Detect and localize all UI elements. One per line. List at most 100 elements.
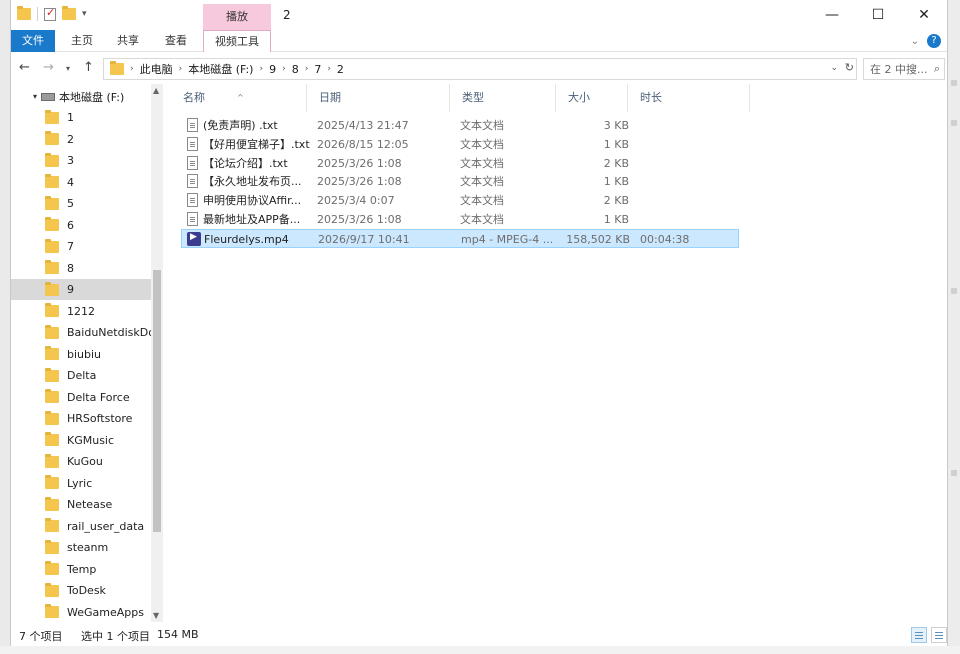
search-icon[interactable]: ⌕ [934, 62, 940, 76]
file-date-cell: 2025/3/26 1:08 [317, 156, 402, 170]
folder-icon [45, 238, 59, 253]
breadcrumb-8[interactable]: 8 [292, 63, 299, 76]
file-type-cell: 文本文档 [460, 156, 504, 170]
file-date-cell: 2025/3/26 1:08 [317, 175, 402, 189]
tab-share[interactable]: 共享 [111, 30, 145, 52]
sidebar-item-folder[interactable]: 5 [11, 193, 151, 214]
column-header-date[interactable]: 日期 [307, 84, 450, 112]
sidebar-item-label: biubiu [67, 347, 102, 361]
sidebar-item-folder[interactable]: 1212 [11, 301, 151, 322]
table-row[interactable]: 【永久地址发布页... 2025/3/26 1:08 文本文档 1 KB [181, 172, 739, 191]
file-type-cell: 文本文档 [460, 137, 504, 151]
refresh-icon[interactable]: ↻ [845, 61, 854, 74]
scroll-down-arrow-icon[interactable]: ▼ [153, 611, 159, 620]
column-header-name[interactable]: 名称 ^ [171, 84, 307, 112]
breadcrumb-separator-icon[interactable]: › [130, 64, 134, 74]
breadcrumb-7[interactable]: 7 [314, 63, 321, 76]
navigation-scrollbar[interactable]: ▲ ▼ [151, 84, 163, 622]
breadcrumb-separator-icon[interactable]: › [282, 64, 286, 74]
breadcrumb-drive-f[interactable]: 本地磁盘 (F:) [188, 61, 253, 77]
table-row[interactable]: 申明使用协议Affir... 2025/3/4 0:07 文本文档 2 KB [181, 191, 739, 210]
folder-icon [45, 303, 59, 317]
sidebar-item-folder[interactable]: steanm [11, 537, 151, 558]
nav-item-local-disk-f[interactable]: ▾ 本地磁盘 (F:) [11, 86, 151, 107]
sidebar-item-folder[interactable]: KGMusic [11, 430, 151, 451]
sidebar-item-folder[interactable]: 3 [11, 150, 151, 171]
properties-icon[interactable] [44, 6, 56, 21]
sidebar-item-folder[interactable]: biubiu [11, 344, 151, 365]
breadcrumb-separator-icon[interactable]: › [259, 64, 263, 74]
table-row[interactable]: Fleurdelys.mp4 2026/9/17 10:41 mp4 - MPEG-… [181, 228, 739, 248]
sidebar-item-folder[interactable]: 6 [11, 215, 151, 236]
sidebar-item-folder[interactable]: 8 [11, 258, 151, 279]
table-row[interactable]: 【好用便宜梯子】.txt 2026/8/15 12:05 文本文档 1 KB [181, 135, 739, 154]
sidebar-item-folder[interactable]: rail_user_data [11, 516, 151, 537]
new-folder-icon[interactable] [62, 6, 76, 20]
help-icon[interactable]: ? [927, 34, 941, 48]
folder-icon [45, 518, 59, 532]
file-duration-cell [639, 135, 719, 154]
breadcrumb-separator-icon[interactable]: › [327, 64, 331, 74]
context-tab-group-play[interactable]: 播放 [203, 4, 271, 30]
tab-view[interactable]: 查看 [159, 30, 193, 52]
text-file-icon [187, 118, 198, 132]
background-right-edge [948, 0, 960, 654]
window-controls: — ☐ ✕ [809, 0, 947, 30]
table-row[interactable]: (免责声明) .txt 2025/4/13 21:47 文本文档 3 KB [181, 116, 739, 135]
sidebar-item-folder[interactable]: Delta Force [11, 387, 151, 408]
search-input[interactable]: 在 2 中搜... ⌕ [863, 58, 945, 80]
background-left-edge [0, 0, 10, 654]
text-file-icon [187, 174, 198, 189]
sidebar-item-folder[interactable]: KuGou [11, 451, 151, 472]
folder-icon[interactable] [17, 6, 31, 20]
tab-file[interactable]: 文件 [11, 30, 55, 52]
up-arrow-icon[interactable]: ↑ [83, 60, 94, 75]
sidebar-item-folder[interactable]: Delta [11, 365, 151, 386]
recent-locations-chevron-icon[interactable]: ▾ [66, 64, 70, 73]
column-header-size[interactable]: 大小 [556, 84, 628, 112]
sidebar-item-folder[interactable]: 1 [11, 107, 151, 128]
breadcrumb-separator-icon[interactable]: › [179, 64, 183, 74]
customize-toolbar-dropdown-icon[interactable]: ▾ [82, 9, 87, 19]
breadcrumb-9[interactable]: 9 [269, 63, 276, 76]
sidebar-item-folder[interactable]: ToDesk [11, 580, 151, 601]
file-date-cell: 2025/3/4 0:07 [317, 194, 395, 208]
sidebar-item-folder[interactable]: WeGameApps [11, 602, 151, 623]
sidebar-item-folder[interactable]: Netease [11, 494, 151, 515]
column-header-duration[interactable]: 时长 [628, 84, 750, 112]
sidebar-item-folder[interactable]: HRSoftstore [11, 408, 151, 429]
sidebar-item-folder[interactable]: 4 [11, 172, 151, 193]
sidebar-item-folder[interactable]: 7 [11, 236, 151, 257]
file-duration-cell [639, 172, 719, 191]
sidebar-item-folder[interactable]: 2 [11, 129, 151, 150]
address-history-dropdown-icon[interactable]: ⌄ [830, 63, 838, 73]
back-arrow-icon[interactable]: ← [19, 60, 30, 75]
scrollbar-thumb[interactable] [153, 270, 161, 532]
expand-ribbon-chevron-icon[interactable]: ⌄ [911, 36, 919, 47]
address-bar[interactable]: › 此电脑 › 本地磁盘 (F:) › 9 › 8 › 7 › 2 ⌄ ↻ [103, 58, 857, 80]
table-row[interactable]: 最新地址及APP备... 2025/3/26 1:08 文本文档 1 KB [181, 210, 739, 229]
file-name-cell: 最新地址及APP备... [203, 213, 301, 226]
large-icons-view-icon[interactable] [931, 627, 947, 643]
tab-video-tools[interactable]: 视频工具 [203, 30, 271, 52]
column-header-type[interactable]: 类型 [450, 84, 556, 112]
column-header-type-label: 类型 [462, 91, 484, 104]
sidebar-item-folder[interactable]: Lyric [11, 473, 151, 494]
close-button[interactable]: ✕ [901, 0, 947, 30]
forward-arrow-icon[interactable]: → [43, 60, 54, 75]
sidebar-item-folder[interactable]: 9 [11, 279, 151, 300]
sidebar-item-folder[interactable]: BaiduNetdiskDo [11, 322, 151, 343]
scroll-up-arrow-icon[interactable]: ▲ [153, 86, 159, 95]
minimize-button[interactable]: — [809, 0, 855, 30]
file-name-cell: Fleurdelys.mp4 [204, 232, 289, 246]
table-row[interactable]: 【论坛介绍】.txt 2025/3/26 1:08 文本文档 2 KB [181, 154, 739, 173]
maximize-button[interactable]: ☐ [855, 0, 901, 30]
breadcrumb-this-pc[interactable]: 此电脑 [140, 61, 173, 77]
breadcrumb-2[interactable]: 2 [337, 63, 344, 76]
details-view-icon[interactable] [911, 627, 927, 643]
file-name-cell: 【好用便宜梯子】.txt [203, 137, 310, 151]
tab-home[interactable]: 主页 [65, 30, 99, 52]
sidebar-item-folder[interactable]: Temp [11, 559, 151, 580]
collapse-arrow-icon[interactable]: ▾ [33, 92, 37, 101]
breadcrumb-separator-icon[interactable]: › [305, 64, 309, 74]
